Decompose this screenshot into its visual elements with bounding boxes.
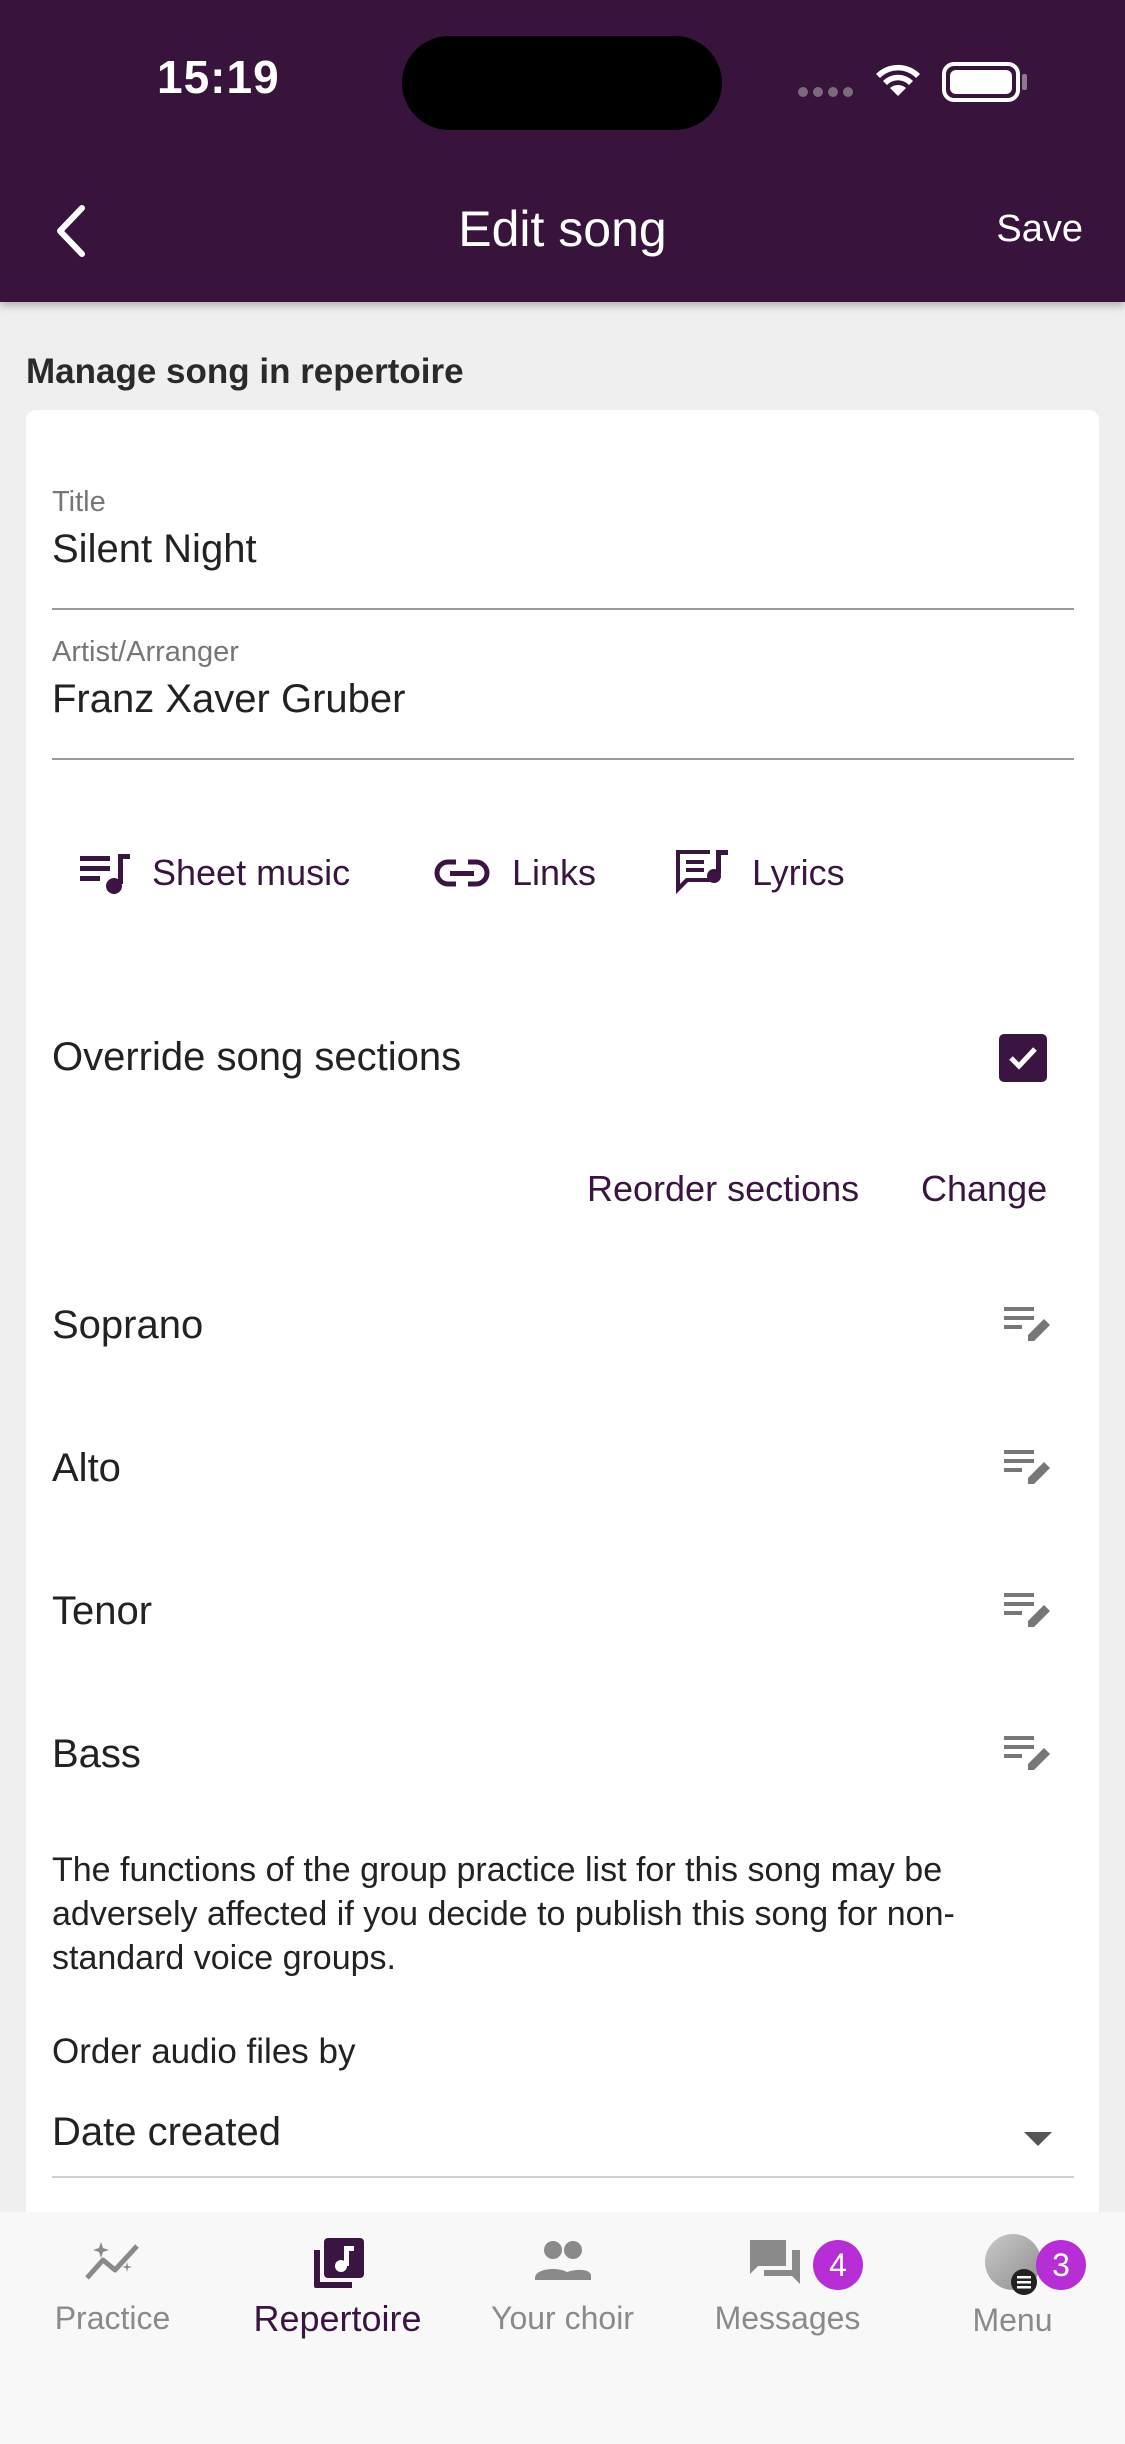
bottom-navigation: Practice Repertoire Your choir 4 Message… [0,2212,1125,2444]
battery-tip [1022,74,1027,90]
messages-badge: 4 [813,2240,863,2290]
page-title: Edit song [458,201,667,257]
title-label: Title [52,486,106,518]
sheet-music-label: Sheet music [152,852,351,893]
lyrics-icon [676,850,728,894]
chat-icon [749,2240,800,2284]
section-name: Tenor [52,1589,153,1633]
order-audio-value: Date created [52,2110,282,2154]
nav-label-repertoire: Repertoire [253,2298,422,2339]
nav-label-your-choir: Your choir [491,2300,634,2336]
section-name: Soprano [52,1303,204,1347]
override-sections-label: Override song sections [52,1035,462,1079]
link-icon [434,859,490,887]
checkmark-icon [1009,1047,1037,1070]
edit-notes-icon[interactable] [1002,1732,1052,1776]
dynamic-island [402,36,722,130]
nav-item-repertoire[interactable]: Repertoire [225,2212,450,2372]
nav-item-practice[interactable]: Practice [0,2212,225,2372]
voice-group-notice: The functions of the group practice list… [52,1851,955,1977]
order-audio-select[interactable]: Date created [52,2110,1074,2178]
override-sections-checkbox[interactable] [999,1034,1047,1082]
links-button[interactable]: Links [434,840,596,906]
edit-notes-icon[interactable] [1002,1446,1052,1490]
menu-badge: 3 [1036,2240,1086,2290]
wifi-icon [876,64,920,96]
order-audio-label: Order audio files by [52,2032,356,2071]
lyrics-button[interactable]: Lyrics [672,840,845,906]
section-row-tenor[interactable]: Tenor [52,1571,1052,1651]
section-row-soprano[interactable]: Soprano [52,1285,1052,1365]
artist-field[interactable]: Artist/Arranger Franz Xaver Gruber [52,636,1074,760]
section-heading: Manage song in repertoire [26,352,464,391]
title-field[interactable]: Title Silent Night [52,486,1074,610]
sheet-music-button[interactable]: Sheet music [78,840,350,906]
section-name: Alto [52,1446,121,1490]
lyrics-label: Lyrics [752,852,845,893]
nav-item-your-choir[interactable]: Your choir [450,2212,675,2372]
battery-icon [942,62,1020,102]
practice-icon [84,2242,139,2280]
app-header: 15:19 Edit song Save [0,0,1125,302]
group-icon [534,2241,591,2280]
nav-label-messages: Messages [714,2300,861,2336]
dropdown-arrow-icon [1024,2132,1052,2146]
music-library-icon [313,2238,364,2288]
artist-label: Artist/Arranger [52,636,239,668]
reorder-sections-button[interactable]: Reorder sections [587,1168,859,1210]
nav-label-practice: Practice [54,2300,171,2336]
cellular-signal-icon [798,84,858,102]
artist-value[interactable]: Franz Xaver Gruber [52,677,1074,722]
section-row-bass[interactable]: Bass [52,1714,1052,1794]
section-name: Bass [52,1732,141,1776]
status-time: 15:19 [157,51,280,103]
nav-item-menu[interactable]: 3 Menu [900,2212,1125,2372]
title-value[interactable]: Silent Night [52,527,1074,572]
save-button[interactable]: Save [996,208,1083,251]
edit-notes-icon[interactable] [1002,1303,1052,1347]
section-row-alto[interactable]: Alto [52,1428,1052,1508]
nav-item-messages[interactable]: 4 Messages [675,2212,900,2372]
sheet-music-icon [80,854,130,894]
menu-lines-icon [1011,2269,1037,2295]
links-label: Links [512,852,597,893]
edit-notes-icon[interactable] [1002,1589,1052,1633]
change-sections-button[interactable]: Change [921,1168,1047,1210]
nav-label-menu: Menu [972,2302,1053,2338]
